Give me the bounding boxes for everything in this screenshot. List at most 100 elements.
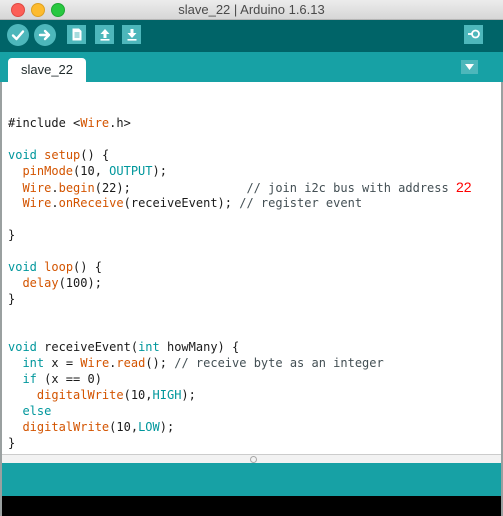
code-line[interactable]: void setup() { bbox=[8, 147, 472, 163]
save-sketch-button[interactable] bbox=[122, 25, 141, 44]
code-token: .h> bbox=[109, 116, 131, 130]
toolbar bbox=[0, 20, 503, 52]
code-token: receiveEvent( bbox=[36, 340, 139, 354]
code-token: ); bbox=[159, 420, 175, 434]
code-line[interactable]: } bbox=[8, 291, 472, 307]
code-line[interactable]: void loop() { bbox=[8, 259, 472, 275]
code-token: // receive byte as an integer bbox=[174, 356, 384, 370]
code-token: delay bbox=[22, 276, 59, 290]
code-token: #include < bbox=[8, 116, 81, 130]
serial-monitor-button[interactable] bbox=[464, 25, 483, 44]
code-token: OUTPUT bbox=[109, 164, 153, 178]
code-token: pinMode bbox=[22, 164, 74, 178]
arrow-down-icon bbox=[127, 29, 136, 41]
code-token: (10, bbox=[73, 164, 110, 178]
code-line[interactable]: else bbox=[8, 403, 472, 419]
code-token: (x == 0) bbox=[36, 372, 102, 386]
code-token: Wire bbox=[80, 116, 110, 130]
code-line[interactable]: Wire.onReceive(receiveEvent); // registe… bbox=[8, 195, 472, 211]
code-token: ); bbox=[152, 164, 167, 178]
code-line[interactable] bbox=[8, 323, 472, 339]
code-token: else bbox=[22, 404, 52, 418]
code-line[interactable]: digitalWrite(10,LOW); bbox=[8, 419, 472, 435]
code-line[interactable] bbox=[8, 211, 472, 227]
new-sketch-button[interactable] bbox=[67, 25, 86, 44]
code-token: read bbox=[116, 356, 146, 370]
code-line[interactable]: delay(100); bbox=[8, 275, 472, 291]
code-line[interactable] bbox=[8, 131, 472, 147]
code-token: setup bbox=[44, 148, 81, 162]
code-token: HIGH bbox=[152, 388, 182, 402]
code-token: void bbox=[8, 148, 37, 162]
code-line[interactable]: #include <Wire.h> bbox=[8, 115, 472, 131]
code-token: (100); bbox=[58, 276, 102, 290]
code-token: int bbox=[138, 340, 160, 354]
code-token: () { bbox=[80, 148, 110, 162]
code-token: } bbox=[8, 228, 16, 242]
upload-button[interactable] bbox=[34, 24, 56, 46]
code-line[interactable]: digitalWrite(10,HIGH); bbox=[8, 387, 472, 403]
window-title: slave_22 | Arduino 1.6.13 bbox=[178, 2, 325, 17]
code-token: . bbox=[51, 181, 59, 195]
code-line[interactable]: if (x == 0) bbox=[8, 371, 472, 387]
code-token: LOW bbox=[138, 420, 160, 434]
tab-menu-button[interactable] bbox=[461, 60, 478, 74]
triangle-down-icon bbox=[465, 64, 474, 70]
title-bar: slave_22 | Arduino 1.6.13 bbox=[0, 0, 503, 20]
code-line[interactable]: } bbox=[8, 435, 472, 451]
code-token: begin bbox=[58, 181, 95, 195]
tab-bar: slave_22 bbox=[0, 52, 503, 82]
code-token: (10, bbox=[123, 388, 153, 402]
code-token: () { bbox=[73, 260, 102, 274]
checkmark-icon bbox=[11, 30, 25, 41]
open-sketch-button[interactable] bbox=[95, 25, 114, 44]
code-line[interactable]: Wire.begin(22); // join i2c bus with add… bbox=[8, 179, 472, 195]
console-status-bar bbox=[2, 463, 501, 496]
editor-console-divider[interactable] bbox=[2, 454, 501, 463]
code-line[interactable]: int x = Wire.read(); // receive byte as … bbox=[8, 355, 472, 371]
code-editor[interactable]: #include <Wire.h> void setup() { pinMode(… bbox=[2, 82, 501, 454]
code-token: loop bbox=[44, 260, 74, 274]
code-token: onReceive bbox=[58, 196, 124, 210]
code-token: // join i2c bus with address bbox=[246, 181, 456, 195]
tab-slave-22[interactable]: slave_22 bbox=[8, 58, 86, 82]
verify-button[interactable] bbox=[7, 24, 29, 46]
code-token: int bbox=[22, 356, 45, 370]
code-token: ); bbox=[181, 388, 196, 402]
magnifier-icon bbox=[467, 29, 480, 38]
code-line[interactable]: pinMode(10, OUTPUT); bbox=[8, 163, 472, 179]
code-line[interactable] bbox=[8, 307, 472, 323]
code-line[interactable]: } bbox=[8, 227, 472, 243]
code-line[interactable] bbox=[8, 243, 472, 259]
console-output bbox=[2, 496, 501, 516]
code-token: } bbox=[8, 292, 16, 306]
code-token: . bbox=[51, 196, 59, 210]
split-handle-icon[interactable] bbox=[250, 456, 257, 463]
code-token: Wire bbox=[22, 196, 52, 210]
code-token: 22 bbox=[455, 179, 472, 195]
document-icon bbox=[72, 28, 81, 41]
arrow-right-icon bbox=[38, 29, 51, 41]
code-token: } bbox=[8, 436, 16, 450]
code-line[interactable]: void receiveEvent(int howMany) { bbox=[8, 339, 472, 355]
code-token: x = bbox=[44, 356, 81, 370]
code-token: Wire bbox=[22, 181, 52, 195]
code-token: (10, bbox=[109, 420, 139, 434]
arrow-up-icon bbox=[100, 29, 109, 41]
code-text[interactable]: #include <Wire.h> void setup() { pinMode(… bbox=[8, 115, 472, 451]
code-token: digitalWrite bbox=[22, 420, 110, 434]
code-token: void bbox=[8, 260, 37, 274]
code-token: // register event bbox=[239, 196, 363, 210]
code-token: void bbox=[8, 340, 37, 354]
code-token: (receiveEvent); bbox=[123, 196, 240, 210]
code-token: (); bbox=[145, 356, 175, 370]
